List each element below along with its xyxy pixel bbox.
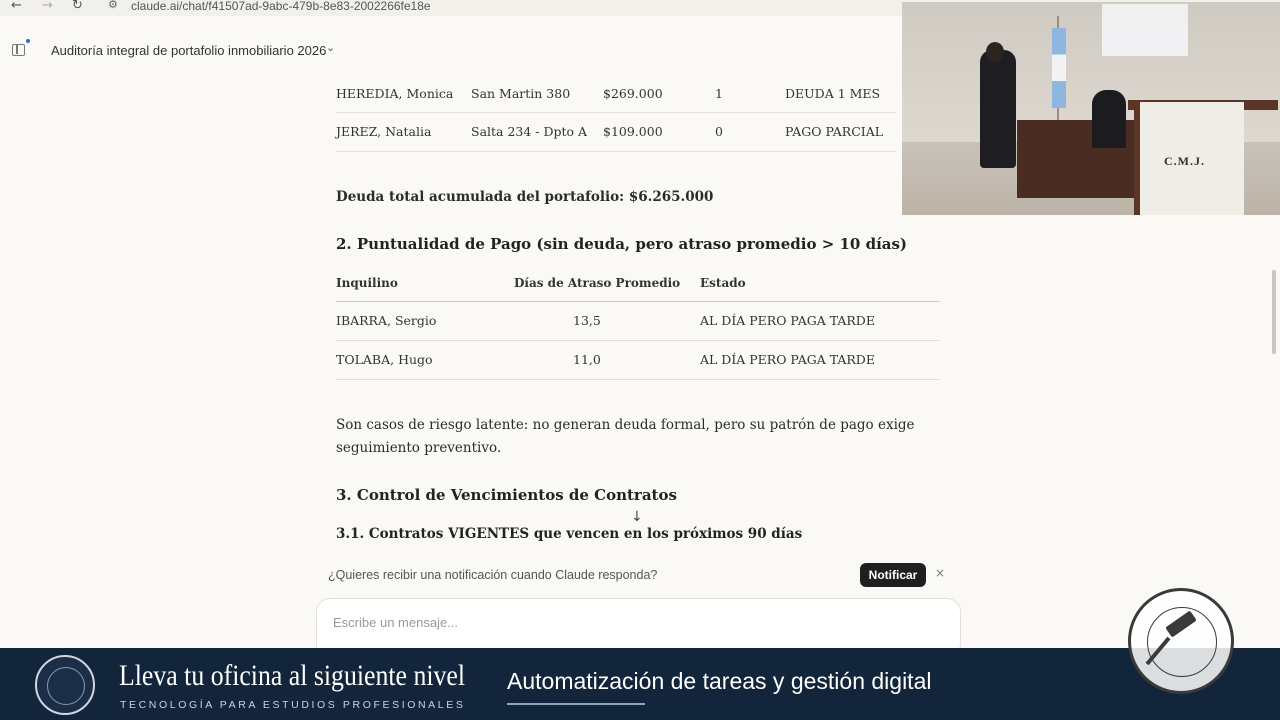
table-row-divider [336,340,940,341]
table-cell: AL DÍA PERO PAGA TARDE [700,313,875,328]
back-icon[interactable]: ← [11,0,22,13]
webcam-video: C.M.J. [902,2,1280,215]
presenter-head [986,42,1004,62]
table-cell: $269.000 [603,86,663,101]
table-header-divider [336,301,940,302]
projector-screen [1102,4,1188,56]
podium-sign: C.M.J. [1164,154,1205,168]
column-header: Días de Atraso Promedio [514,276,681,290]
scroll-down-icon[interactable]: ↓ [631,509,643,525]
sidebar-toggle-icon[interactable] [12,44,25,56]
debt-total: Deuda total acumulada del portafolio: $6… [336,189,713,205]
risk-note-line: Son casos de riesgo latente: no generan … [336,417,915,433]
reload-icon[interactable]: ↻ [72,0,83,13]
table-cell: Salta 234 - Dpto A [471,124,588,139]
presenter [980,50,1016,168]
banner-tagline: Automatización de tareas y gestión digit… [507,668,932,694]
tagline-underline [507,703,645,705]
table-cell: HEREDIA, Monica [336,86,454,101]
debt-total-value: $6.265.000 [628,189,714,205]
forward-icon[interactable]: → [42,0,53,13]
table-cell: San Martin 380 [471,86,571,101]
table-cell: 1 [715,86,723,101]
flag [1052,28,1066,108]
chevron-down-icon[interactable]: ⌄ [326,41,335,54]
notification-dot [26,39,30,43]
section-3-heading: 3. Control de Vencimientos de Contratos [336,486,677,504]
seated-person [1092,90,1126,148]
table-cell: 13,5 [573,313,601,328]
table-cell: 11,0 [573,352,601,367]
notification-question: ¿Quieres recibir una notificación cuando… [328,568,658,582]
column-header: Inquilino [336,276,398,290]
table-cell: IBARRA, Sergio [336,313,437,328]
table-cell: JEREZ, Natalia [336,124,432,139]
table-cell: $109.000 [603,124,663,139]
scrollbar[interactable] [1272,270,1276,354]
table-cell: 0 [715,124,723,139]
table-row-divider [336,112,896,113]
table-cell: DEUDA 1 MES [785,86,881,101]
address-bar[interactable]: claude.ai/chat/f41507ad-9abc-479b-8e83-2… [131,0,431,13]
chat-title[interactable]: Auditoría integral de portafolio inmobil… [51,43,326,58]
site-settings-icon[interactable]: ⚙ [108,0,118,11]
table-row-divider [336,151,896,152]
college-logo [35,655,95,715]
notify-button[interactable]: Notificar [860,563,926,587]
table-cell: AL DÍA PERO PAGA TARDE [700,352,875,367]
section-2-heading: 2. Puntualidad de Pago (sin deuda, pero … [336,235,908,253]
table-row-divider [336,379,940,380]
risk-note-line: seguimiento preventivo. [336,440,502,456]
close-icon[interactable]: × [935,566,945,580]
section-3-1-heading: 3.1. Contratos VIGENTES que vencen en lo… [336,526,803,542]
table-cell: PAGO PARCIAL [785,124,884,139]
column-header: Estado [700,276,746,290]
banner-title: Lleva tu oficina al siguiente nivel [119,659,466,692]
banner-subtitle: TECNOLOGÍA PARA ESTUDIOS PROFESIONALES [120,699,466,711]
debt-total-label: Deuda total acumulada del portafolio: [336,189,625,205]
message-input[interactable] [333,615,733,630]
table-cell: TOLABA, Hugo [336,352,433,367]
college-seal [1128,588,1234,694]
